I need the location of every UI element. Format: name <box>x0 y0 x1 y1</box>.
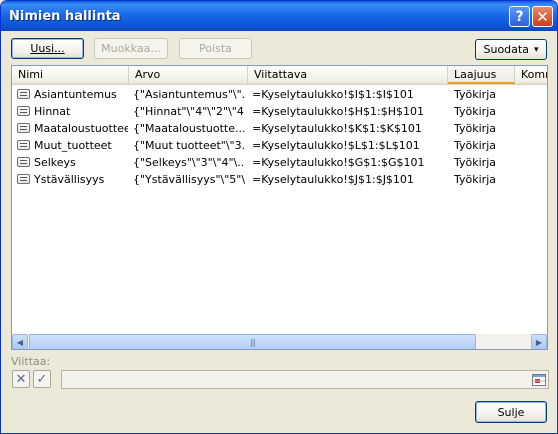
row-value: {"Maataloustuotte... <box>133 122 245 135</box>
title-bar[interactable]: Nimien hallinta ? ✕ <box>1 1 557 31</box>
table-row[interactable]: Ystävällisyys {"Ystävällisyys"\"5"\... =Ky… <box>12 171 547 188</box>
dialog-title: Nimien hallinta <box>9 9 121 24</box>
column-header-name[interactable]: Nimi <box>12 66 129 84</box>
row-refers-to: =Kyselytaulukko!$G$1:$G$101 <box>252 156 425 169</box>
refers-to-label: Viittaa: <box>11 355 51 368</box>
column-header-value[interactable]: Arvo <box>129 66 248 84</box>
accept-edit-button[interactable]: ✓ <box>33 370 51 388</box>
horizontal-scrollbar[interactable]: ◀ ||| ▶ <box>12 334 547 349</box>
close-button[interactable]: Sulje <box>475 401 547 423</box>
named-range-icon <box>17 174 30 184</box>
row-name: Muut_tuotteet <box>34 139 112 152</box>
row-value: {"Asiantuntemus"\"... <box>133 88 245 101</box>
row-refers-to: =Kyselytaulukko!$K$1:$K$101 <box>252 122 422 135</box>
column-header-scope[interactable]: Laajuus <box>448 66 515 84</box>
delete-button[interactable]: Poista <box>179 38 252 59</box>
close-window-button[interactable]: ✕ <box>532 6 553 27</box>
row-name: Ystävällisyys <box>34 173 105 186</box>
scroll-right-button[interactable]: ▶ <box>531 334 547 349</box>
grip-icon: ||| <box>249 337 256 347</box>
table-row[interactable]: Maataloustuotteet {"Maataloustuotte... =Ky… <box>12 120 547 137</box>
named-range-icon <box>17 123 30 133</box>
row-scope: Työkirja <box>454 122 496 135</box>
edit-button-label: Muokkaa... <box>101 42 161 55</box>
named-range-icon <box>17 89 30 99</box>
dropdown-arrow-icon: ▾ <box>533 44 539 55</box>
named-range-icon <box>17 157 30 167</box>
table-row[interactable]: Muut_tuotteet {"Muut tuotteet"\"3... =Kyse… <box>12 137 547 154</box>
table-row[interactable]: Selkeys {"Selkeys"\"3"\"4"\... =Kyselytaul… <box>12 154 547 171</box>
refers-to-field[interactable] <box>61 370 549 389</box>
filter-button[interactable]: Suodata ▾ <box>475 39 547 60</box>
collapse-dialog-button[interactable] <box>530 372 547 387</box>
cancel-edit-button[interactable]: ✕ <box>12 370 30 388</box>
new-button[interactable]: Uusi... <box>11 38 84 59</box>
list-header: Nimi Arvo Viitattava Laajuus Kommentti <box>12 66 547 85</box>
named-range-icon <box>17 106 30 116</box>
row-name: Asiantuntemus <box>34 88 117 101</box>
row-value: {"Hinnat"\"4"\"2"\"4... <box>133 105 245 118</box>
row-scope: Työkirja <box>454 139 496 152</box>
checkmark-icon: ✓ <box>36 371 48 387</box>
new-button-label: Uusi... <box>30 42 65 55</box>
cancel-icon: ✕ <box>15 371 27 387</box>
filter-button-label: Suodata <box>483 43 529 56</box>
scroll-right-icon: ▶ <box>535 337 543 347</box>
scroll-left-button[interactable]: ◀ <box>12 334 28 349</box>
close-button-label: Sulje <box>497 405 525 419</box>
help-icon: ? <box>515 8 524 25</box>
row-name: Hinnat <box>34 105 71 118</box>
delete-button-label: Poista <box>199 42 232 55</box>
row-scope: Työkirja <box>454 156 496 169</box>
scroll-left-icon: ◀ <box>16 337 24 347</box>
range-select-icon <box>531 373 546 386</box>
name-manager-dialog: Nimien hallinta ? ✕ Uusi... Muokkaa... P… <box>0 0 558 434</box>
close-icon: ✕ <box>536 7 549 26</box>
column-header-refers-to[interactable]: Viitattava <box>248 66 448 84</box>
row-refers-to: =Kyselytaulukko!$L$1:$L$101 <box>252 139 420 152</box>
table-row[interactable]: Asiantuntemus {"Asiantuntemus"\"... =Kysel… <box>12 86 547 103</box>
row-scope: Työkirja <box>454 105 496 118</box>
row-refers-to: =Kyselytaulukko!$I$1:$I$101 <box>252 88 414 101</box>
column-header-comment[interactable]: Kommentti <box>515 66 547 84</box>
names-list[interactable]: Nimi Arvo Viitattava Laajuus Kommentti A… <box>11 65 548 350</box>
row-value: {"Muut tuotteet"\"3... <box>133 139 245 152</box>
edit-button[interactable]: Muokkaa... <box>94 38 168 59</box>
help-button[interactable]: ? <box>509 6 530 27</box>
named-range-icon <box>17 140 30 150</box>
row-name: Selkeys <box>34 156 76 169</box>
row-name: Maataloustuotteet <box>34 122 128 135</box>
row-refers-to: =Kyselytaulukko!$J$1:$J$101 <box>252 173 414 186</box>
row-value: {"Selkeys"\"3"\"4"\... <box>133 156 245 169</box>
row-refers-to: =Kyselytaulukko!$H$1:$H$101 <box>252 105 424 118</box>
row-value: {"Ystävällisyys"\"5"\... <box>133 173 245 186</box>
row-scope: Työkirja <box>454 88 496 101</box>
table-row[interactable]: Hinnat {"Hinnat"\"4"\"2"\"4... =Kyselytaul… <box>12 103 547 120</box>
scrollbar-thumb[interactable]: ||| <box>29 334 476 349</box>
row-scope: Työkirja <box>454 173 496 186</box>
